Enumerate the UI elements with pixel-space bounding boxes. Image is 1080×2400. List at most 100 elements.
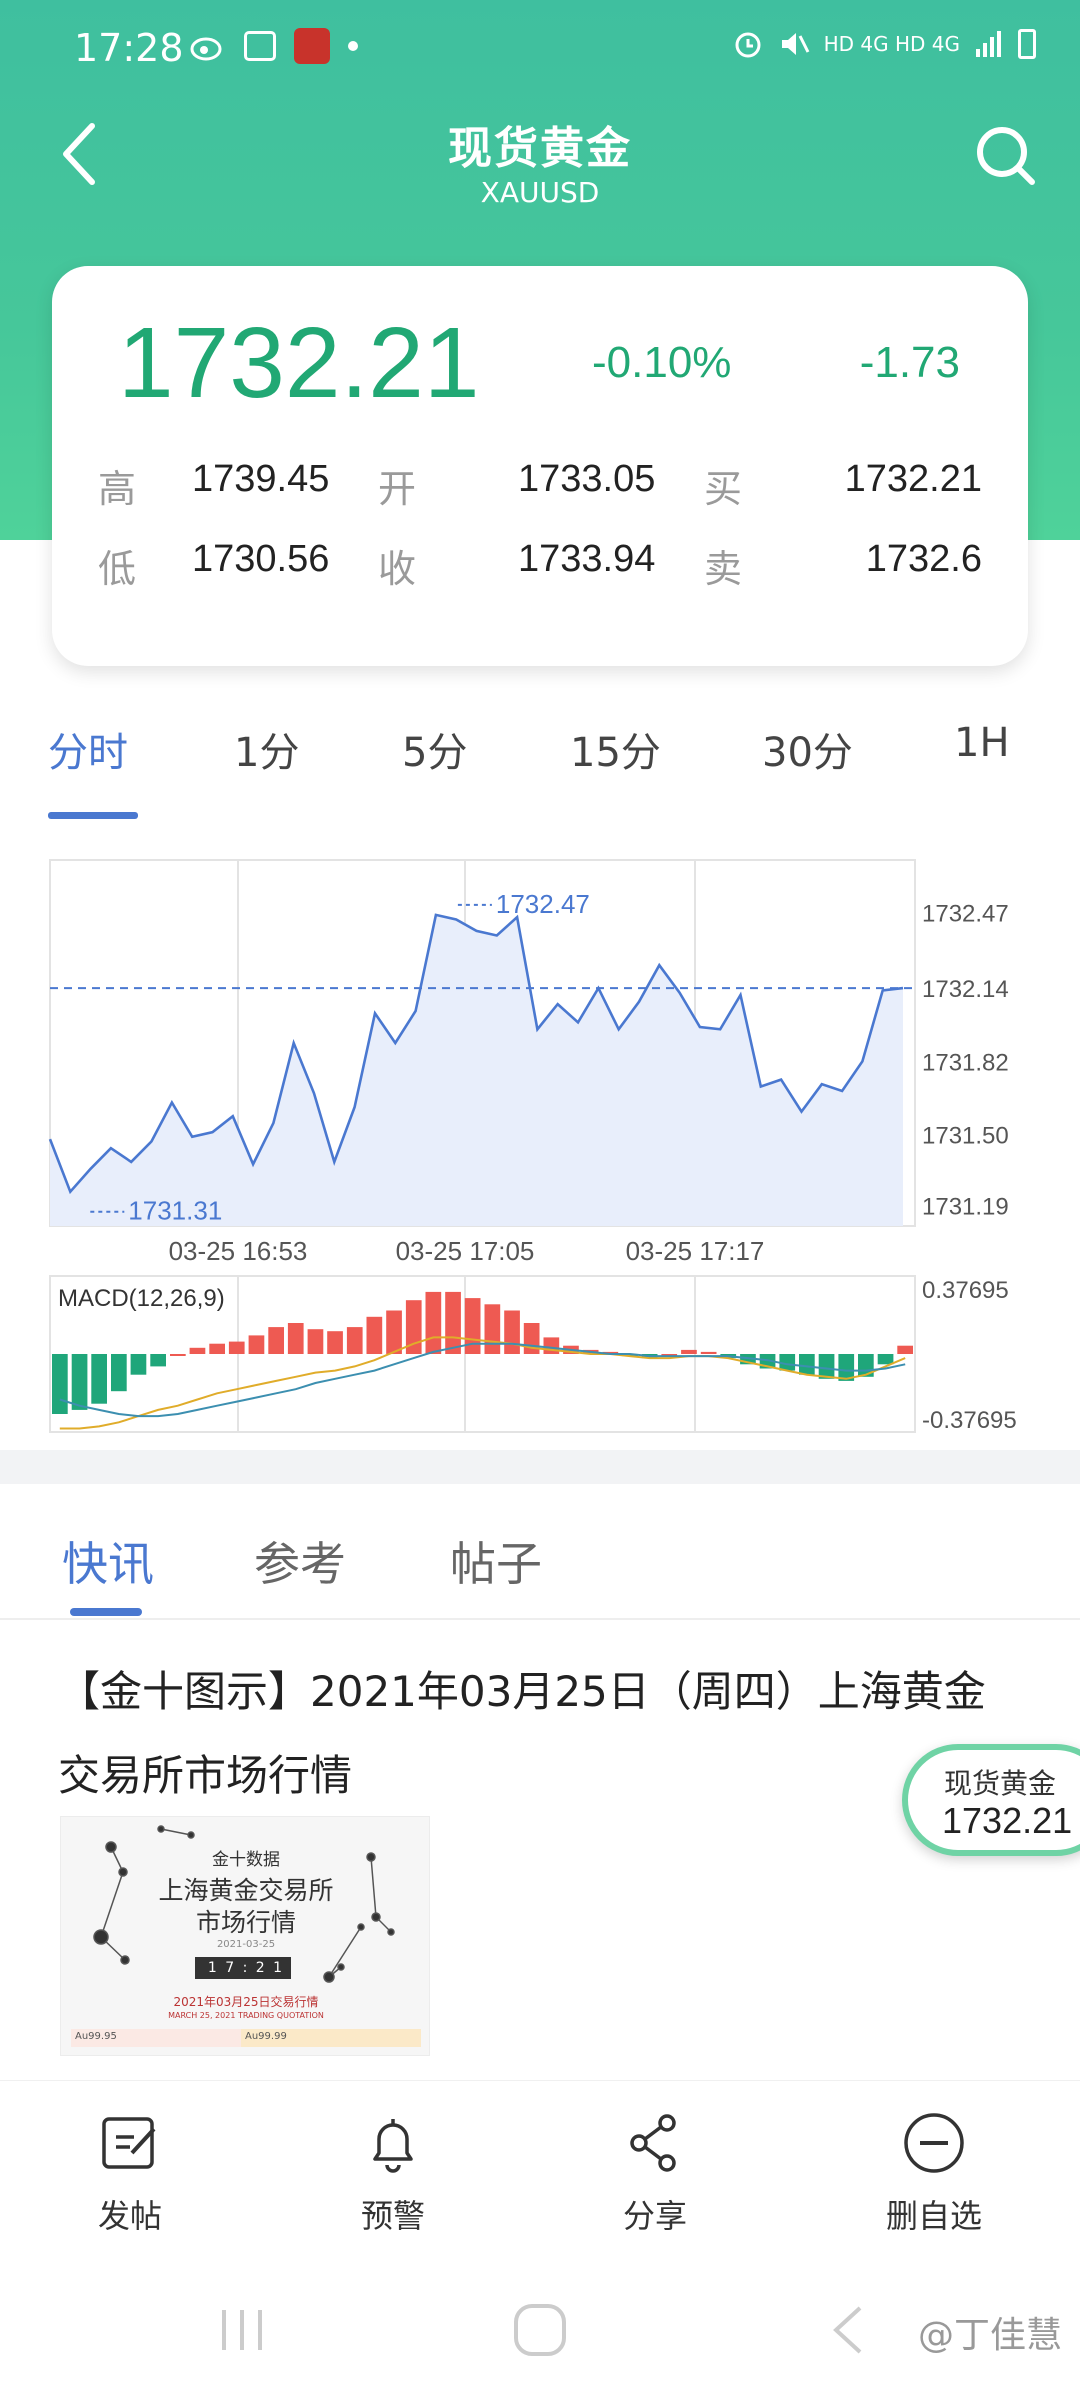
buy-value: 1732.21	[844, 458, 982, 500]
tab-1h[interactable]: 1H	[954, 720, 1010, 766]
search-icon	[977, 127, 1035, 185]
tab-flash-news[interactable]: 快讯	[62, 1528, 154, 1594]
back-nav-icon[interactable]	[820, 2300, 880, 2360]
share-icon	[630, 2114, 676, 2172]
tab-1min[interactable]: 1分	[234, 720, 299, 778]
network-text: HD 4G HD 4G	[823, 32, 960, 56]
current-price: 1732.21	[118, 307, 480, 419]
status-time: 17:28	[74, 26, 184, 70]
weibo-icon	[190, 37, 222, 61]
watermark: @丁佳慧	[917, 2315, 1062, 2356]
alarm-icon	[735, 32, 761, 58]
thumb-title-line1: 上海黄金交易所	[158, 1876, 334, 1905]
more-notifications-icon	[348, 41, 358, 51]
macd-y-tick-max: 0.37695	[922, 1277, 1009, 1304]
price-y-tick: 1732.14	[922, 976, 1009, 1003]
macd-histogram-bar	[327, 1331, 343, 1354]
macd-histogram-bar	[170, 1354, 186, 1356]
chart-area[interactable]: 1732.47 1732.14 1731.82 1731.50 1731.19 03-25…	[0, 850, 1080, 1440]
article-thumbnail[interactable]: 金十数据 上海黄金交易所 市场行情 2021-03-25 1 7 : 2 1 2…	[60, 1816, 430, 2056]
price-x-tick: 03-25 16:53	[169, 1236, 308, 1266]
alert-button[interactable]: 预警	[313, 2111, 473, 2237]
price-y-tick: 1731.19	[922, 1193, 1009, 1220]
article-title[interactable]: 【金十图示】2021年03月25日（周四）上海黄金交易所市场行情	[58, 1650, 1018, 1818]
status-notifications	[190, 28, 358, 64]
tab-30min[interactable]: 30分	[762, 720, 853, 778]
macd-histogram-bar	[425, 1291, 442, 1354]
page-title: 现货黄金	[448, 123, 632, 174]
macd-histogram-bar	[445, 1291, 461, 1354]
macd-histogram-bar	[52, 1354, 68, 1414]
bottom-action-bar: 发帖 预警 分享 删自选	[0, 2080, 1080, 2250]
post-button[interactable]: 发帖	[50, 2111, 210, 2237]
thumb-caption: 2021年03月25日交易行情	[173, 1995, 319, 2009]
macd-histogram-bar	[700, 1351, 717, 1354]
macd-histogram-bar	[130, 1354, 147, 1375]
share-button[interactable]: 分享	[575, 2111, 735, 2237]
macd-histogram-bar	[248, 1335, 265, 1354]
quote-card: 1732.21 -0.10% -1.73 高 1739.45 开 1733.05…	[52, 266, 1028, 666]
remove-watchlist-button[interactable]: 删自选	[854, 2111, 1014, 2237]
share-label: 分享	[622, 2197, 687, 2235]
close-label: 收	[378, 547, 417, 591]
battery-icon	[1018, 29, 1036, 59]
open-value: 1733.05	[518, 458, 656, 500]
high-value: 1739.45	[192, 458, 330, 500]
macd-histogram-bar	[209, 1343, 225, 1354]
macd-histogram-bar	[897, 1345, 913, 1354]
section-divider	[0, 1450, 1080, 1484]
high-label: 高	[98, 467, 137, 511]
close-value: 1733.94	[518, 538, 656, 580]
signal-icon	[976, 31, 1001, 57]
nav-bar: 现货黄金 XAUUSD	[0, 100, 1080, 210]
charts-svg: 1732.47 1732.14 1731.82 1731.50 1731.19 03-25…	[48, 859, 1017, 1434]
macd-histogram-bar	[91, 1354, 107, 1404]
period-tabs: 分时 1分 5分 15分 30分 1H	[0, 720, 1080, 820]
macd-histogram-bar	[228, 1341, 245, 1354]
thumb-date: 2021-03-25	[216, 1939, 276, 1950]
tab-15min[interactable]: 15分	[570, 720, 661, 778]
search-button[interactable]	[966, 116, 1046, 196]
macd-histogram-bar	[484, 1304, 501, 1354]
tab-reference[interactable]: 参考	[254, 1528, 346, 1594]
macd-histogram-bar	[189, 1347, 206, 1354]
sell-value: 1732.6	[865, 538, 982, 580]
macd-histogram-bar	[366, 1316, 383, 1354]
tab-timeshare[interactable]: 分时	[48, 720, 128, 778]
thumb-right-tag: Au99.99	[245, 2031, 287, 2042]
thumb-clock: 1 7 : 2 1	[207, 1960, 285, 1976]
tab-5min[interactable]: 5分	[402, 720, 467, 778]
macd-histogram-bar	[150, 1354, 166, 1367]
open-label: 开	[378, 467, 417, 511]
home-icon[interactable]	[510, 2300, 570, 2360]
app-notification-icon	[294, 28, 330, 64]
low-label: 低	[98, 547, 137, 591]
macd-histogram-bar	[287, 1323, 304, 1354]
recents-icon[interactable]	[212, 2300, 272, 2360]
post-label: 发帖	[97, 2197, 162, 2235]
floating-price-value: 1732.21	[942, 1800, 1073, 1841]
alert-label: 预警	[360, 2197, 425, 2235]
page-subtitle: XAUUSD	[480, 176, 600, 209]
news-tabs: 快讯 参考 帖子	[0, 1500, 1080, 1620]
buy-label: 买	[704, 467, 743, 511]
macd-histogram-bar	[877, 1354, 894, 1365]
floating-price-label: 现货黄金	[944, 1767, 1057, 1800]
macd-histogram-bar	[543, 1337, 560, 1354]
macd-histogram-bar	[111, 1354, 127, 1392]
price-y-tick: 1731.82	[922, 1049, 1009, 1076]
thumb-left-tag: Au99.95	[75, 2031, 117, 2042]
change-amount: -1.73	[859, 338, 960, 387]
price-x-tick: 03-25 17:05	[396, 1236, 535, 1266]
remove-circle-icon	[904, 2113, 964, 2173]
news-tab-indicator	[70, 1608, 142, 1616]
price-y-tick: 1731.50	[922, 1123, 1009, 1150]
macd-title: MACD(12,26,9)	[58, 1285, 225, 1312]
tab-posts[interactable]: 帖子	[450, 1528, 542, 1594]
max-price-label: 1732.47	[496, 889, 590, 919]
macd-histogram-bar	[681, 1349, 697, 1354]
macd-y-tick-min: -0.37695	[922, 1407, 1017, 1434]
change-percent: -0.10%	[592, 338, 732, 387]
floating-price-widget[interactable]: 现货黄金 1732.21	[902, 1744, 1080, 1856]
bell-icon	[373, 2119, 413, 2173]
